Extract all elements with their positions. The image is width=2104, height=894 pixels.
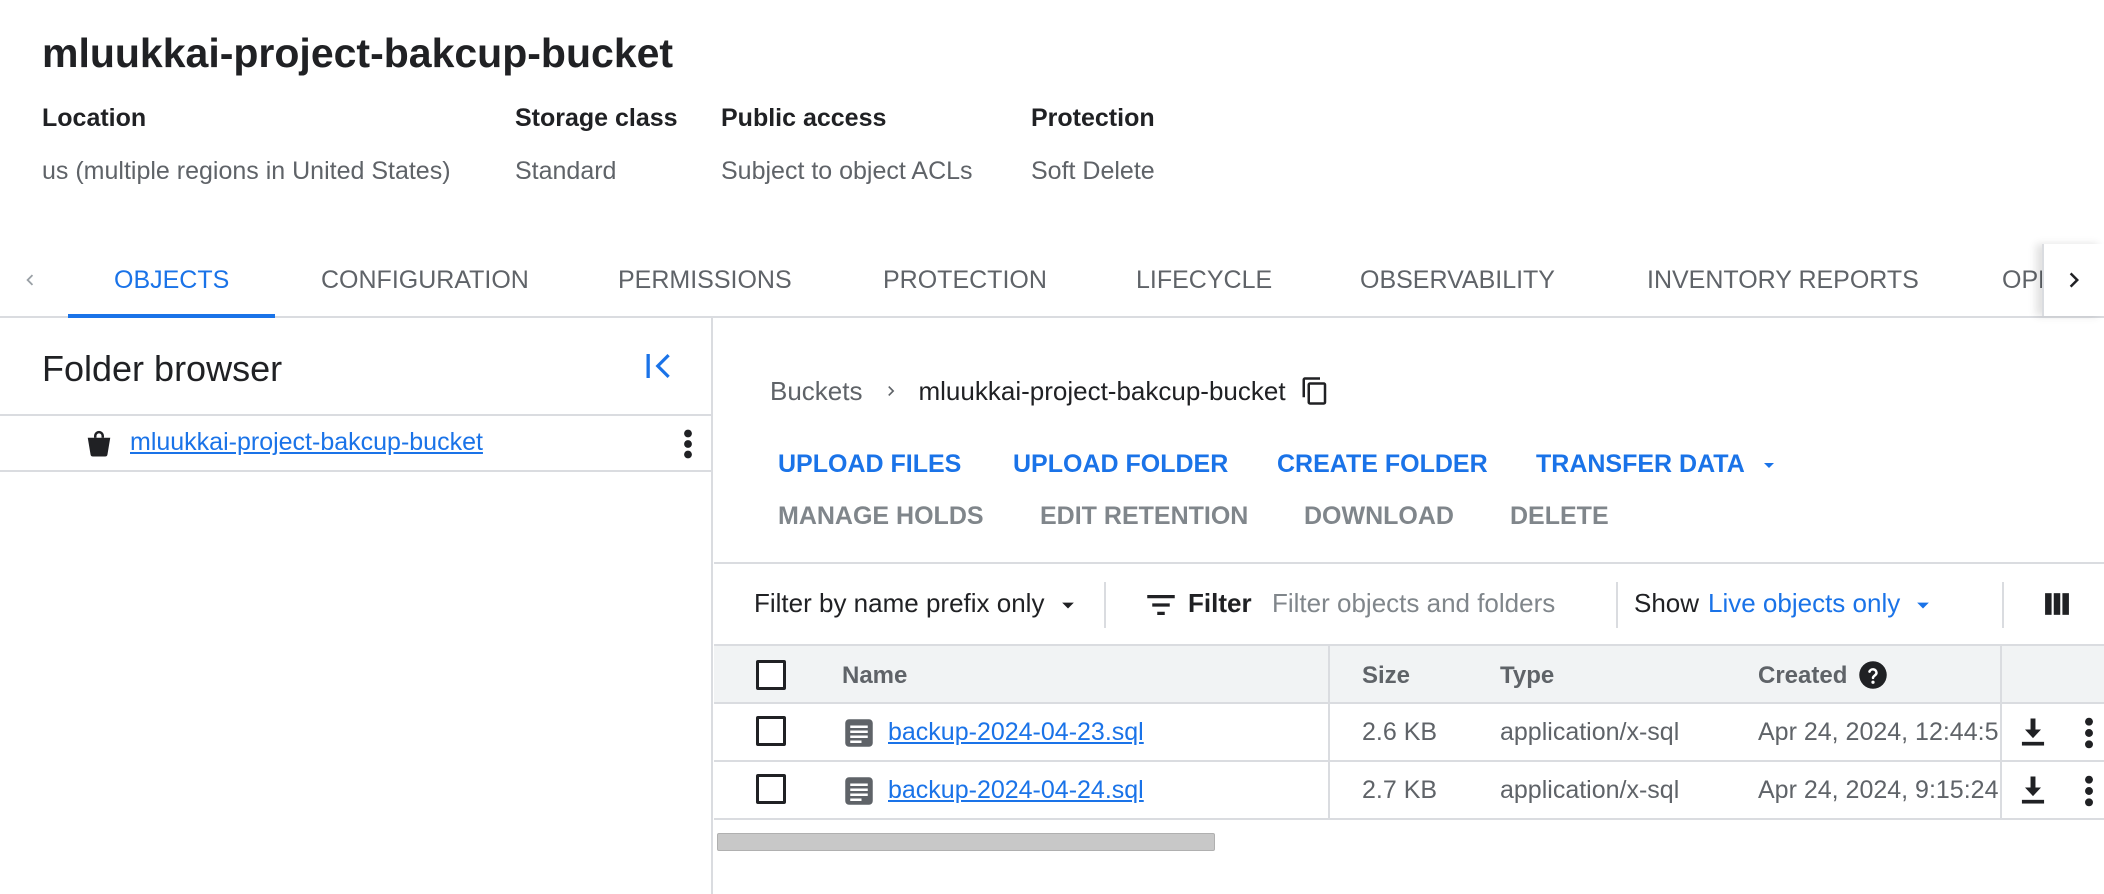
tab-permissions[interactable]: PERMISSIONS	[618, 244, 792, 316]
filter-label: Filter	[1188, 588, 1252, 618]
folder-tree-bucket-link[interactable]: mluukkai-project-bakcup-bucket	[130, 428, 483, 457]
meta-storage-class-label: Storage class	[515, 104, 678, 132]
download-button[interactable]: DOWNLOAD	[1304, 502, 1454, 531]
divider	[1104, 582, 1106, 628]
meta-public-access-label: Public access	[721, 104, 887, 132]
breadcrumb-buckets-link[interactable]: Buckets	[770, 376, 863, 407]
table-row[interactable]: backup-2024-04-24.sql 2.7 KB application…	[714, 762, 2104, 820]
table-header: Name Size Type Created	[714, 644, 2104, 704]
breadcrumb-current-bucket: mluukkai-project-bakcup-bucket	[918, 375, 1286, 406]
folder-browser-title: Folder browser	[42, 348, 283, 389]
tab-bar: OBJECTS CONFIGURATION PERMISSIONS PROTEC…	[0, 244, 2104, 318]
column-divider	[1328, 646, 1330, 702]
chevron-right-icon	[2069, 272, 2079, 288]
delete-button[interactable]: DELETE	[1510, 502, 1609, 531]
column-display-icon[interactable]	[2044, 590, 2070, 618]
copy-icon[interactable]	[1300, 376, 1330, 406]
tab-inventory-reports[interactable]: INVENTORY REPORTS	[1647, 244, 1919, 316]
edit-retention-button[interactable]: EDIT RETENTION	[1040, 502, 1248, 531]
file-icon	[845, 777, 873, 805]
horizontal-scrollbar[interactable]	[717, 833, 1215, 851]
object-size: 2.7 KB	[1362, 776, 1438, 804]
tab-observability[interactable]: OBSERVABILITY	[1360, 244, 1555, 316]
file-icon	[845, 719, 873, 747]
manage-holds-button[interactable]: MANAGE HOLDS	[778, 502, 984, 531]
table-row[interactable]: backup-2024-04-23.sql 2.6 KB application…	[714, 704, 2104, 762]
filter-input[interactable]	[1272, 580, 1602, 626]
dropdown-arrow-icon	[1061, 602, 1074, 609]
object-name-link[interactable]: backup-2024-04-23.sql	[888, 718, 1144, 747]
object-size: 2.6 KB	[1362, 718, 1438, 746]
tab-lifecycle[interactable]: LIFECYCLE	[1136, 244, 1272, 316]
row-checkbox[interactable]	[756, 774, 786, 804]
download-icon[interactable]	[2018, 716, 2048, 748]
divider	[2002, 582, 2004, 628]
folder-browser-panel: Folder browser mluukkai-project-bakcup-b…	[0, 318, 713, 894]
show-objects-select[interactable]: Live objects only	[1708, 588, 1937, 619]
upload-files-button[interactable]: UPLOAD FILES	[778, 450, 961, 479]
meta-storage-class: Storage class Standard	[515, 104, 678, 186]
tab-scroll-left-button[interactable]	[0, 244, 60, 316]
object-created: Apr 24, 2024, 12:44:5	[1758, 718, 1999, 746]
column-divider	[1328, 762, 1330, 818]
dropdown-arrow-icon	[1917, 602, 1930, 609]
breadcrumb: Buckets mluukkai-project-bakcup-bucket	[770, 374, 1330, 408]
object-name-link[interactable]: backup-2024-04-24.sql	[888, 776, 1144, 805]
meta-public-access-value: Subject to object ACLs	[721, 157, 973, 185]
meta-protection-label: Protection	[1031, 104, 1155, 132]
tab-protection[interactable]: PROTECTION	[883, 244, 1047, 316]
tab-scroll-right-button[interactable]	[2042, 244, 2104, 316]
column-header-name[interactable]: Name	[842, 662, 907, 690]
filter-mode-select[interactable]: Filter by name prefix only	[754, 588, 1082, 619]
create-folder-button[interactable]: CREATE FOLDER	[1277, 450, 1488, 479]
show-objects-value: Live objects only	[1708, 588, 1901, 618]
filter-mode-label: Filter by name prefix only	[754, 588, 1045, 618]
object-type: application/x-sql	[1500, 718, 1680, 746]
row-checkbox[interactable]	[756, 716, 786, 746]
actions-column-header	[2000, 646, 2104, 702]
tab-configuration[interactable]: CONFIGURATION	[321, 244, 529, 316]
column-divider	[1328, 704, 1330, 760]
object-created: Apr 24, 2024, 9:15:24	[1758, 776, 1999, 804]
bucket-icon	[87, 430, 111, 457]
meta-protection-value: Soft Delete	[1031, 157, 1155, 185]
upload-folder-button[interactable]: UPLOAD FOLDER	[1013, 450, 1228, 479]
dropdown-arrow-icon	[1763, 463, 1774, 469]
bucket-title: mluukkai-project-bakcup-bucket	[42, 30, 674, 76]
meta-location-value: us (multiple regions in United States)	[42, 157, 451, 185]
column-header-type[interactable]: Type	[1500, 662, 1554, 690]
help-icon[interactable]	[1858, 660, 1888, 690]
more-vert-icon[interactable]	[2082, 716, 2096, 750]
column-header-size[interactable]: Size	[1362, 662, 1410, 690]
tab-objects[interactable]: OBJECTS	[67, 244, 276, 318]
divider	[1616, 582, 1618, 628]
transfer-data-label: TRANSFER DATA	[1536, 450, 1744, 478]
filter-bar: Filter by name prefix only Filter Show L…	[714, 562, 2104, 644]
collapse-panel-icon[interactable]	[642, 348, 678, 384]
meta-location: Location us (multiple regions in United …	[42, 104, 451, 186]
object-type: application/x-sql	[1500, 776, 1680, 804]
column-header-created[interactable]: Created	[1758, 662, 1847, 690]
more-vert-icon[interactable]	[2082, 774, 2096, 808]
meta-protection: Protection Soft Delete	[1031, 104, 1155, 186]
chevron-right-icon	[887, 386, 894, 396]
meta-location-label: Location	[42, 104, 147, 132]
download-icon[interactable]	[2018, 774, 2048, 806]
select-all-checkbox[interactable]	[756, 660, 786, 690]
transfer-data-button[interactable]: TRANSFER DATA	[1536, 450, 1781, 479]
meta-storage-class-value: Standard	[515, 157, 617, 185]
meta-public-access: Public access Subject to object ACLs	[721, 104, 973, 186]
show-label: Show	[1634, 588, 1700, 618]
filter-list-icon	[1147, 595, 1175, 615]
chevron-left-icon	[26, 274, 34, 286]
more-vert-icon[interactable]	[676, 426, 700, 462]
folder-tree-bucket-row[interactable]: mluukkai-project-bakcup-bucket	[0, 414, 713, 472]
